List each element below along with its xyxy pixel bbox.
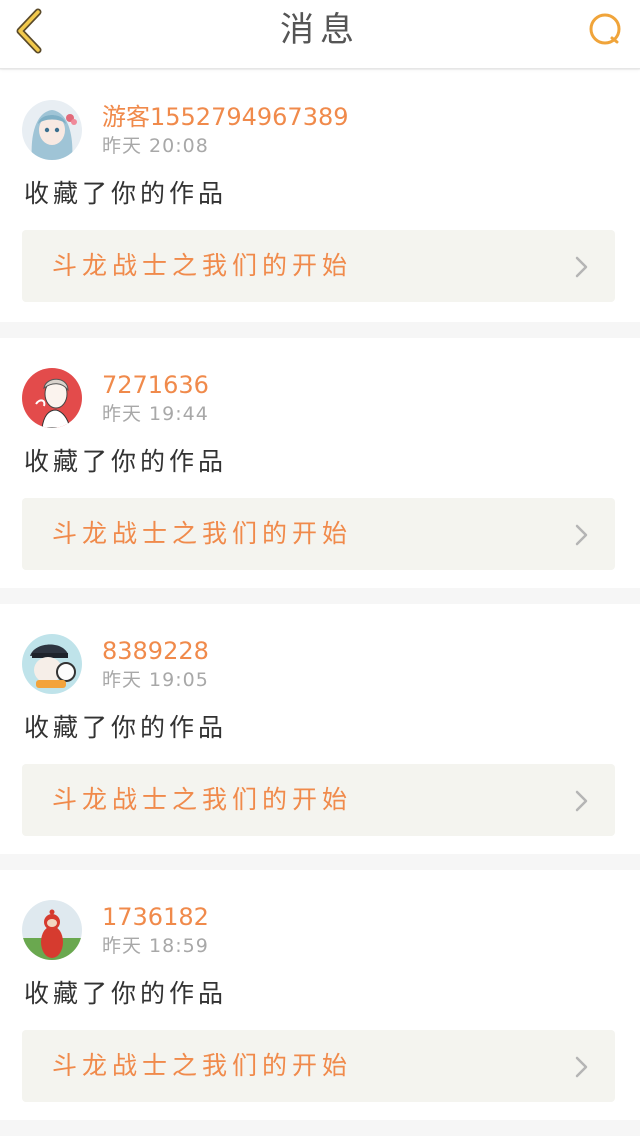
sketch-boy-avatar-icon: [22, 368, 82, 428]
username[interactable]: 8389228: [102, 636, 209, 666]
top-bar: 消息: [0, 0, 640, 69]
work-link[interactable]: 斗龙战士之我们的开始: [22, 764, 615, 836]
work-link[interactable]: 斗龙战士之我们的开始: [22, 498, 615, 570]
search-icon: [589, 13, 621, 45]
work-title: 斗龙战士之我们的开始: [52, 1051, 353, 1080]
message-card: 1736182 昨天 18:59 收藏了你的作品 斗龙战士之我们的开始: [0, 870, 640, 1120]
work-title: 斗龙战士之我们的开始: [52, 785, 353, 814]
work-link[interactable]: 斗龙战士之我们的开始: [22, 1030, 615, 1102]
action-text: 收藏了你的作品: [24, 179, 228, 208]
action-text: 收藏了你的作品: [24, 979, 228, 1008]
anime-girl-avatar-icon: [22, 100, 82, 160]
action-text: 收藏了你的作品: [24, 447, 228, 476]
timestamp: 昨天 18:59: [102, 935, 209, 957]
work-title: 斗龙战士之我们的开始: [52, 519, 353, 548]
user-avatar[interactable]: [22, 100, 82, 160]
username[interactable]: 7271636: [102, 370, 209, 400]
police-cap-avatar-icon: [22, 634, 82, 694]
user-avatar[interactable]: [22, 634, 82, 694]
chevron-right-icon: [575, 524, 588, 546]
timestamp: 昨天 19:05: [102, 669, 209, 691]
username[interactable]: 游客1552794967389: [102, 102, 349, 132]
chevron-right-icon: [575, 790, 588, 812]
username[interactable]: 1736182: [102, 902, 209, 932]
action-text: 收藏了你的作品: [24, 713, 228, 742]
chevron-right-icon: [575, 256, 588, 278]
timestamp: 昨天 19:44: [102, 403, 209, 425]
user-avatar[interactable]: [22, 900, 82, 960]
work-link[interactable]: 斗龙战士之我们的开始: [22, 230, 615, 302]
timestamp: 昨天 20:08: [102, 135, 209, 157]
page-title: 消息: [280, 10, 360, 50]
chevron-right-icon: [575, 1056, 588, 1078]
message-card: 8389228 昨天 19:05 收藏了你的作品 斗龙战士之我们的开始: [0, 604, 640, 854]
message-card: 游客1552794967389 昨天 20:08 收藏了你的作品 斗龙战士之我们…: [0, 70, 640, 322]
search-button[interactable]: [586, 10, 626, 50]
work-title: 斗龙战士之我们的开始: [52, 251, 353, 280]
message-card: 7271636 昨天 19:44 收藏了你的作品 斗龙战士之我们的开始: [0, 338, 640, 588]
teletubby-avatar-icon: [22, 900, 82, 960]
user-avatar[interactable]: [22, 368, 82, 428]
message-list: 游客1552794967389 昨天 20:08 收藏了你的作品 斗龙战士之我们…: [0, 70, 640, 1136]
